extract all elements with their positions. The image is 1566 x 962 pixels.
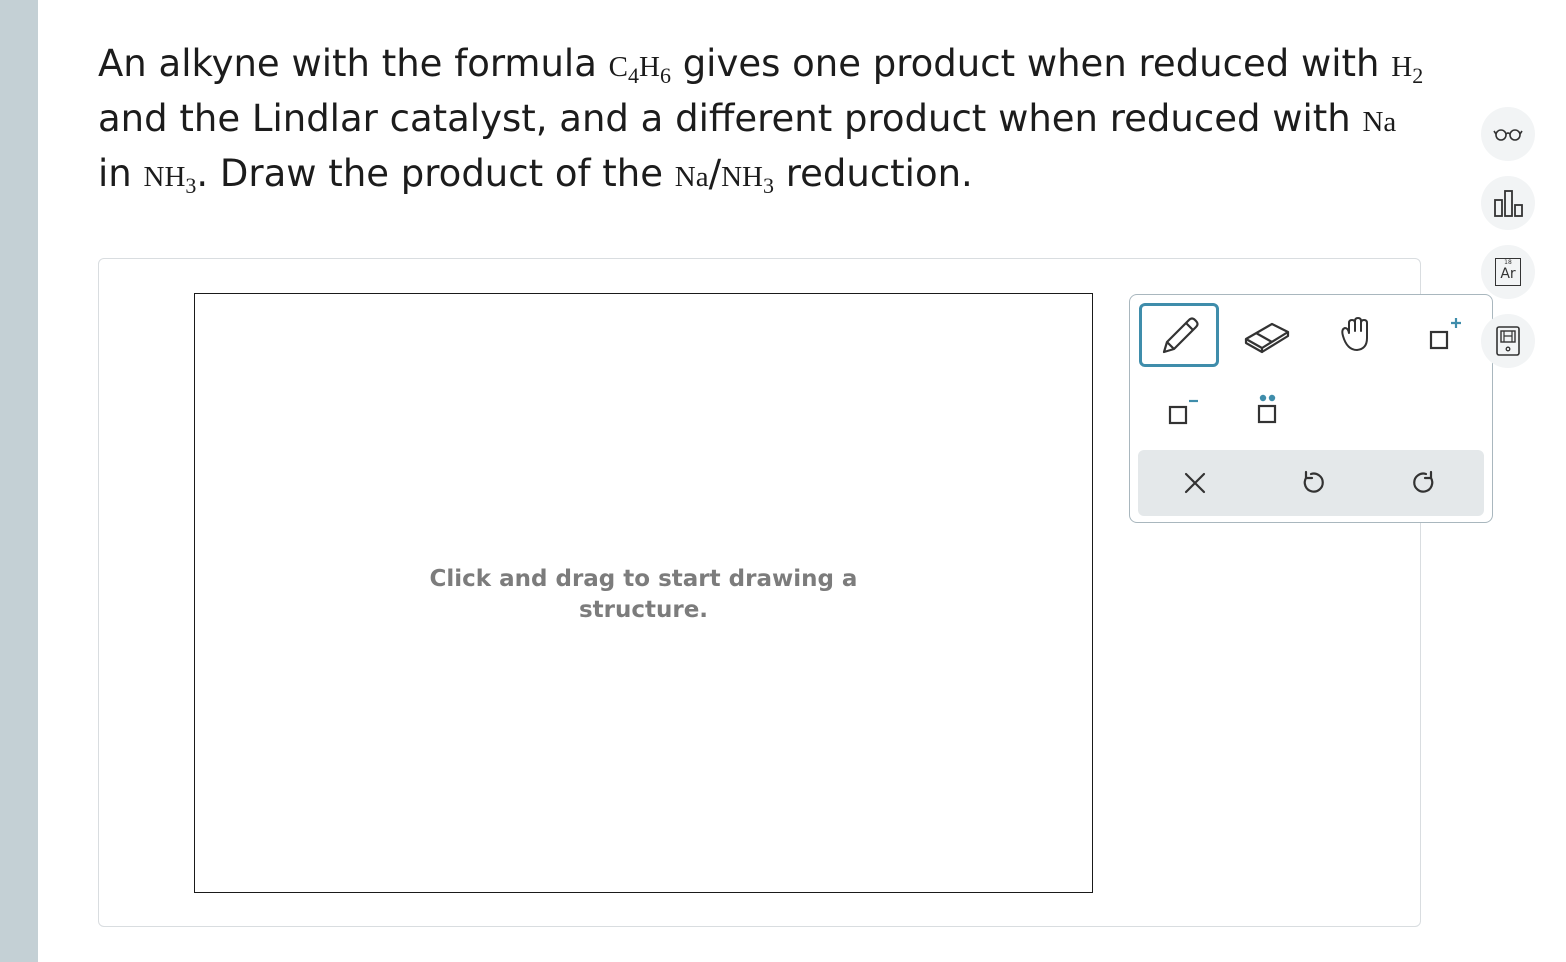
glasses-icon <box>1493 129 1523 141</box>
hand-icon <box>1341 317 1368 351</box>
clear-icon <box>1184 472 1206 494</box>
remove-charge-button[interactable] <box>1139 377 1219 441</box>
pencil-tool-button[interactable] <box>1139 303 1219 367</box>
formula-nh3: NH3 <box>143 161 197 198</box>
formula-h2: H2 <box>1391 51 1424 88</box>
lone-pair-icon <box>1257 394 1277 424</box>
question-text-part: / <box>708 152 722 195</box>
add-charge-button[interactable] <box>1404 303 1484 367</box>
data-button[interactable] <box>1481 176 1535 230</box>
redo-button[interactable] <box>1386 450 1466 516</box>
redo-icon <box>1413 470 1434 493</box>
undo-icon <box>1303 470 1324 493</box>
question-text-part: in <box>98 152 144 195</box>
formula-na: Na <box>1362 106 1397 138</box>
drawing-canvas[interactable]: Click and drag to start drawing a struct… <box>194 293 1093 893</box>
pencil-icon <box>1162 317 1199 354</box>
left-sidebar-strip <box>0 0 38 962</box>
periodic-table-icon: 18 Ar <box>1495 258 1521 286</box>
question-text-part: gives one product when reduced with <box>670 42 1392 85</box>
periodic-table-button[interactable]: 18 Ar <box>1481 245 1535 299</box>
question-text-part: An alkyne with the formula <box>98 42 609 85</box>
drawing-toolbar <box>1129 294 1493 523</box>
accessibility-button[interactable] <box>1481 107 1535 161</box>
move-tool-button[interactable] <box>1316 303 1396 367</box>
canvas-hint: Click and drag to start drawing a struct… <box>195 564 1092 626</box>
question-text-part: reduction. <box>773 152 973 195</box>
action-bar <box>1138 450 1484 516</box>
formula-c4h6: C4H6 <box>608 51 671 88</box>
clear-button[interactable] <box>1155 450 1235 516</box>
question-text-part: and the Lindlar catalyst, and a differen… <box>98 97 1363 140</box>
canvas-hint-line: Click and drag to start drawing a <box>429 566 858 592</box>
calculator-button[interactable] <box>1481 314 1535 368</box>
eraser-tool-button[interactable] <box>1227 303 1307 367</box>
formula-na-nh3: Na <box>674 161 709 193</box>
calculator-icon <box>1496 326 1520 356</box>
question-text: An alkyne with the formula C4H6 gives on… <box>98 38 1428 203</box>
eraser-icon <box>1244 322 1290 354</box>
chart-icon <box>1494 190 1523 217</box>
add-charge-icon <box>1429 318 1461 350</box>
question-text-part: . Draw the product of the <box>196 152 675 195</box>
canvas-hint-line: structure. <box>578 597 709 623</box>
formula-nh3-reduction: NH3 <box>721 161 774 198</box>
undo-button[interactable] <box>1271 450 1351 516</box>
lone-pair-button[interactable] <box>1227 377 1307 441</box>
periodic-symbol: Ar <box>1500 266 1516 282</box>
remove-charge-icon <box>1168 399 1198 425</box>
